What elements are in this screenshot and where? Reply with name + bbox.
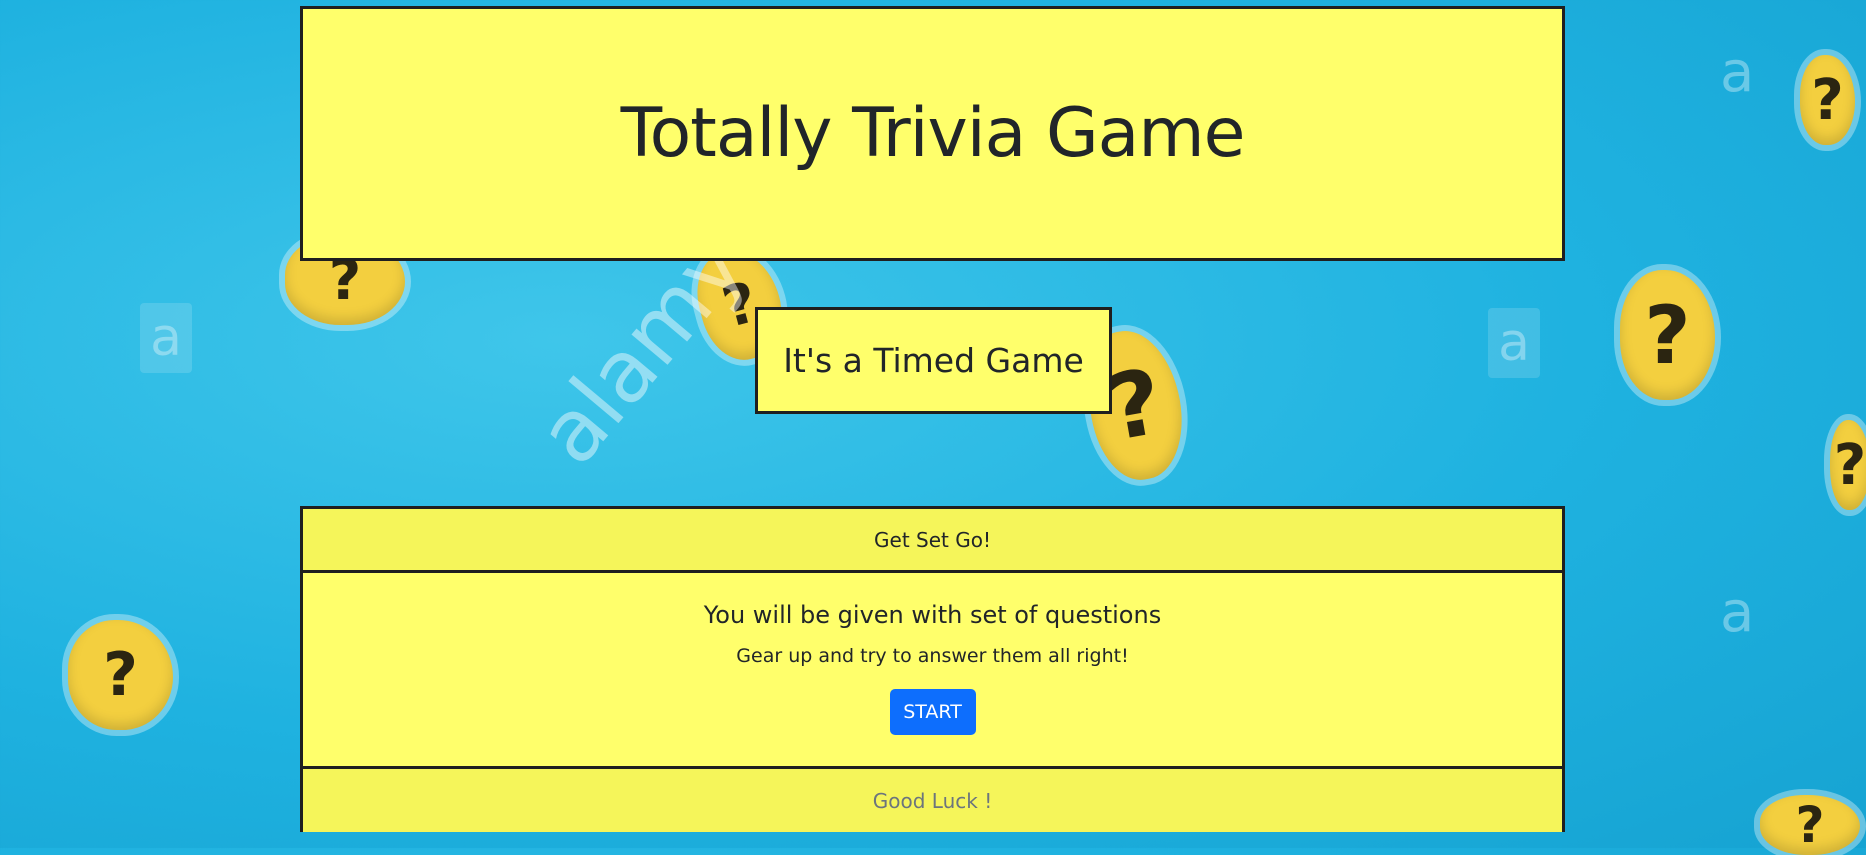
- question-hole-decoration: ?: [68, 620, 173, 730]
- question-hole-decoration: ?: [1800, 55, 1855, 145]
- card-text: Gear up and try to answer them all right…: [736, 645, 1129, 667]
- timed-game-panel: It's a Timed Game: [755, 307, 1112, 414]
- watermark-logo: a: [1720, 580, 1755, 645]
- page-title: Totally Trivia Game: [620, 94, 1246, 173]
- start-button[interactable]: START: [889, 689, 976, 735]
- watermark-logo: a: [1488, 308, 1540, 378]
- intro-card: Get Set Go! You will be given with set o…: [300, 506, 1565, 832]
- timed-game-label: It's a Timed Game: [783, 341, 1084, 380]
- card-title: You will be given with set of questions: [703, 601, 1162, 629]
- question-hole-decoration: ?: [1830, 420, 1866, 510]
- question-hole-decoration: ?: [1760, 795, 1860, 855]
- title-panel: Totally Trivia Game: [300, 6, 1565, 261]
- watermark-logo: a: [1720, 40, 1755, 105]
- card-footer: Good Luck !: [303, 769, 1562, 832]
- card-body: You will be given with set of questions …: [303, 573, 1562, 769]
- watermark-logo: a: [140, 303, 192, 373]
- question-hole-decoration: ?: [1620, 270, 1715, 400]
- card-header: Get Set Go!: [303, 509, 1562, 573]
